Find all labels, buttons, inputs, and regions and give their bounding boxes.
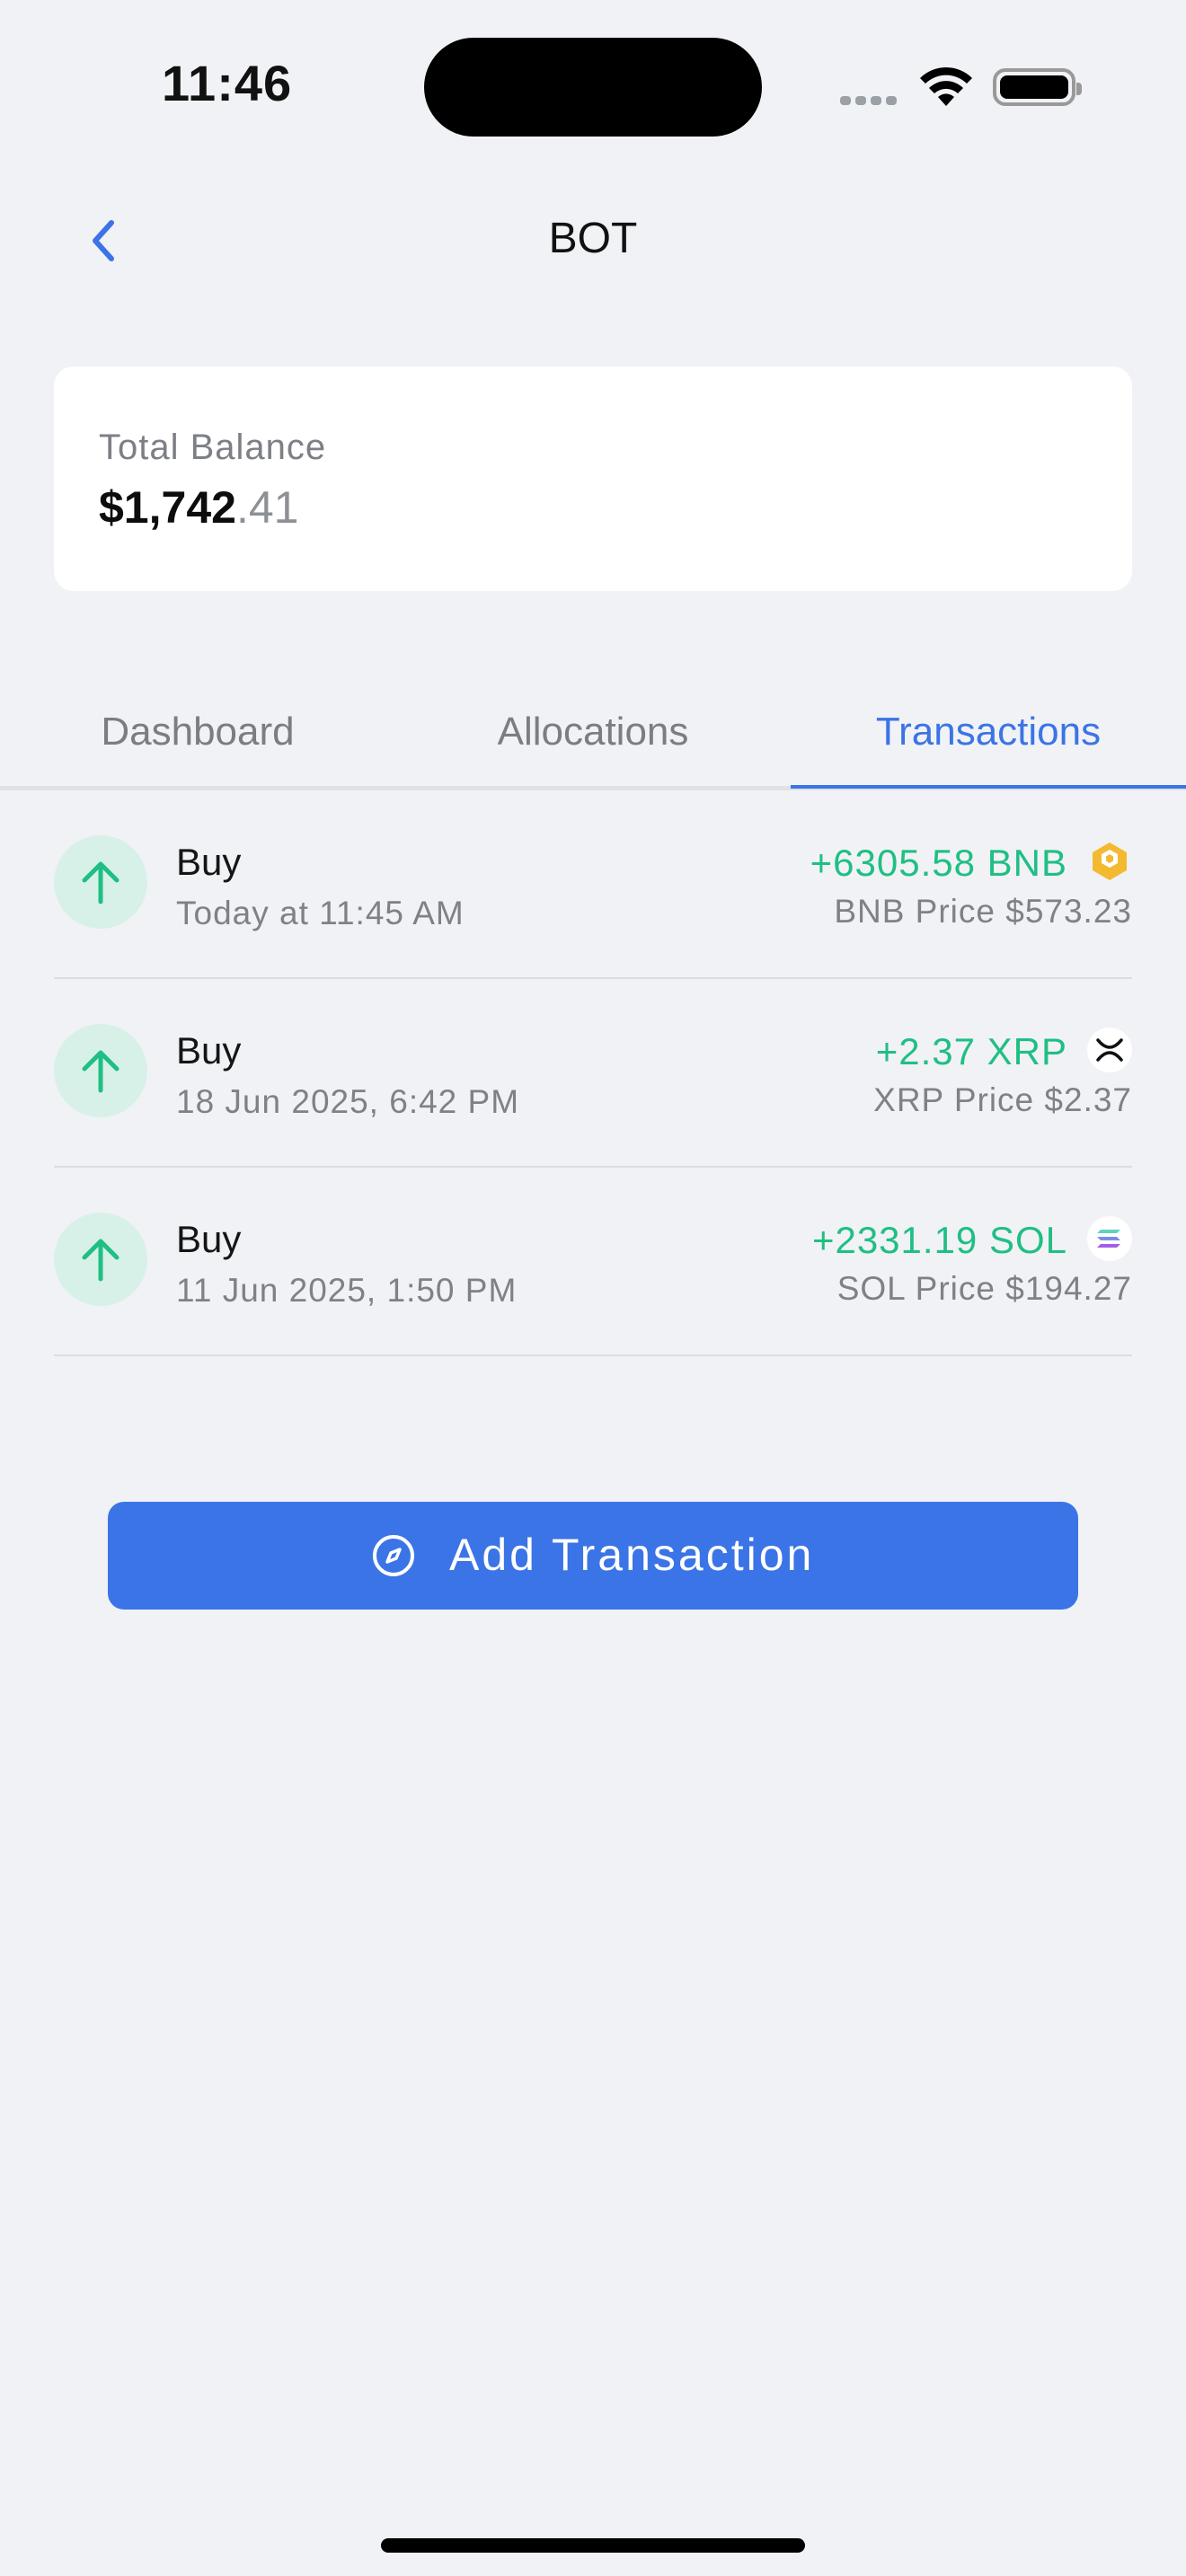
status-bar: 11:46	[0, 0, 1186, 171]
wifi-icon	[920, 66, 972, 106]
tab-transactions[interactable]: Transactions	[791, 710, 1186, 754]
transaction-price: XRP Price $2.37	[873, 1081, 1132, 1118]
tab-bar: Dashboard Allocations Transactions	[0, 683, 1186, 790]
transaction-date: Today at 11:45 AM	[176, 895, 465, 931]
cellular-signal-icon	[840, 93, 901, 110]
buy-indicator	[54, 835, 147, 929]
transaction-price: BNB Price $573.23	[834, 893, 1132, 930]
transaction-list: Buy Today at 11:45 AM +6305.58 BNB BNB P…	[54, 790, 1132, 1356]
xrp-icon	[1087, 1028, 1132, 1072]
transaction-type: Buy	[176, 1218, 242, 1260]
add-transaction-label: Add Transaction	[449, 1530, 815, 1580]
transaction-row[interactable]: Buy 11 Jun 2025, 1:50 PM +2331.19 SOL SO…	[54, 1168, 1132, 1356]
arrow-up-icon	[82, 1050, 119, 1093]
compass-icon	[373, 1535, 414, 1576]
buy-indicator	[54, 1213, 147, 1306]
arrow-up-icon	[82, 861, 119, 904]
balance-amount-main: $1,742	[99, 482, 236, 533]
balance-label: Total Balance	[99, 428, 327, 467]
transaction-date: 11 Jun 2025, 1:50 PM	[176, 1272, 518, 1309]
arrow-up-icon	[82, 1239, 119, 1282]
transaction-row[interactable]: Buy Today at 11:45 AM +6305.58 BNB BNB P…	[54, 790, 1132, 979]
transaction-amount: +2331.19 SOL	[811, 1219, 1067, 1261]
balance-amount-decimal: .41	[235, 482, 299, 533]
transaction-row[interactable]: Buy 18 Jun 2025, 6:42 PM +2.37 XRP XRP P…	[54, 979, 1132, 1168]
transaction-type: Buy	[176, 1029, 242, 1072]
dynamic-island	[424, 38, 762, 137]
home-indicator[interactable]	[381, 2538, 805, 2553]
transaction-price: SOL Price $194.27	[836, 1270, 1132, 1307]
add-transaction-button[interactable]: Add Transaction	[108, 1502, 1078, 1610]
transaction-amount: +2.37 XRP	[875, 1030, 1067, 1072]
status-time: 11:46	[162, 55, 293, 111]
battery-icon	[993, 68, 1082, 106]
page-title: BOT	[548, 215, 638, 262]
balance-amount: $1,742.41	[99, 481, 298, 534]
buy-indicator	[54, 1024, 147, 1117]
tab-allocations[interactable]: Allocations	[395, 710, 791, 754]
balance-card: Total Balance $1,742.41	[54, 366, 1132, 591]
bnb-icon	[1093, 842, 1127, 880]
sol-icon	[1087, 1216, 1132, 1261]
transaction-date: 18 Jun 2025, 6:42 PM	[176, 1083, 520, 1120]
tab-dashboard[interactable]: Dashboard	[0, 710, 395, 754]
transaction-amount: +6305.58 BNB	[810, 842, 1067, 884]
screen: 11:46 BOT Total Balance $1,742.41 Dashbo…	[0, 0, 1186, 2576]
active-tab-indicator	[791, 785, 1186, 789]
transaction-type: Buy	[176, 841, 242, 883]
